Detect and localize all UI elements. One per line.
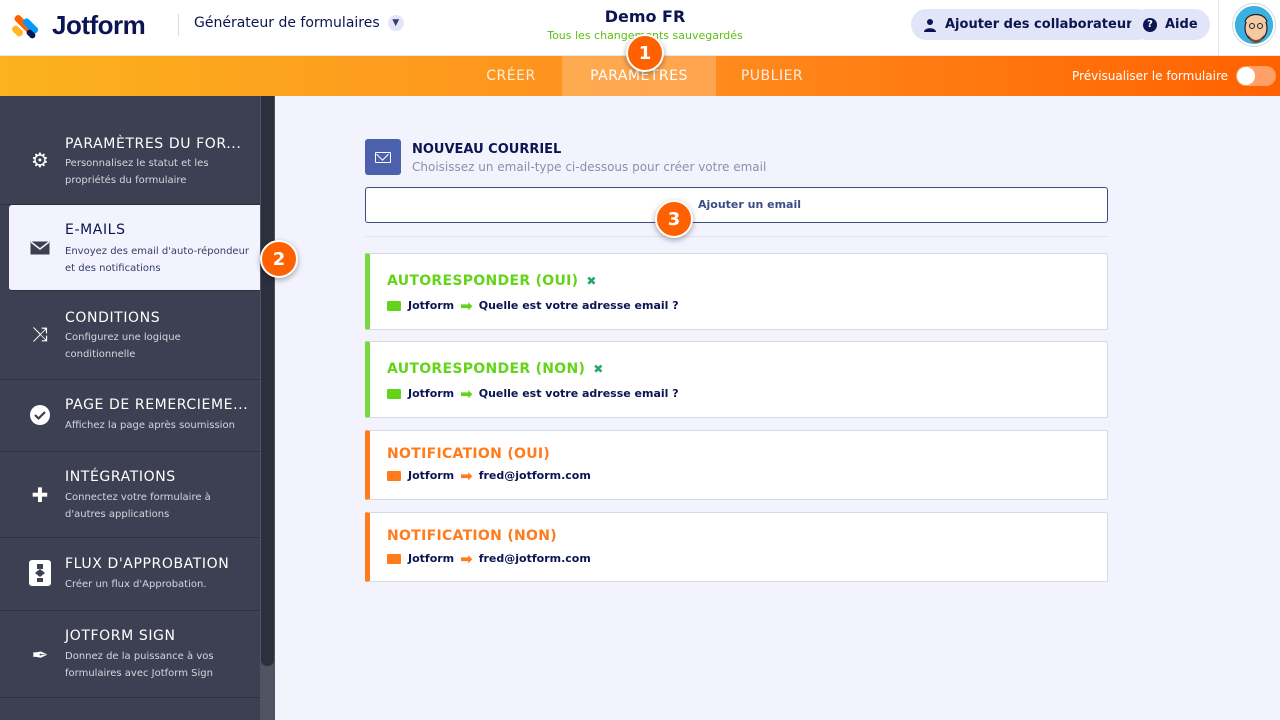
sidebar-item-desc: Envoyez des email d'auto-répondeur et de… <box>65 246 250 274</box>
logo-text: Jotform <box>52 10 146 40</box>
user-icon <box>924 18 936 32</box>
new-email-title: NOUVEAU COURRIEL <box>412 142 562 157</box>
check-circle-icon <box>28 403 52 427</box>
question-icon: ? <box>1143 17 1157 32</box>
email-card-autoresponder-yes[interactable]: AUTORESPONDER (OUI) ✖ Jotform ➡ Quelle es… <box>365 253 1108 330</box>
shuffle-icon: ✖ <box>586 274 597 288</box>
email-to: Quelle est votre adresse email ? <box>478 299 679 312</box>
sidebar-item-desc: Affichez la page après soumission <box>65 420 235 431</box>
tab-create-label: CRÉER <box>486 68 536 84</box>
sidebar-item-desc: Créer un flux d'Approbation. <box>65 579 207 590</box>
section-divider <box>365 236 1108 237</box>
email-card-autoresponder-no[interactable]: AUTORESPONDER (NON) ✖ Jotform ➡ Quelle es… <box>365 341 1108 418</box>
user-avatar[interactable] <box>1233 4 1275 46</box>
sidebar-item-title: JOTFORM SIGN <box>65 628 176 644</box>
email-to: fred@jotform.com <box>478 552 591 565</box>
help-label: Aide <box>1165 17 1198 32</box>
tab-publish-label: PUBLIER <box>740 68 804 84</box>
sidebar-item-title: PARAMÈTRES DU FOR... <box>65 136 242 152</box>
email-to: fred@jotform.com <box>478 469 591 482</box>
flow-icon <box>28 560 52 586</box>
email-card-title: AUTORESPONDER (OUI) ✖ <box>387 273 597 289</box>
email-card-notification-yes[interactable]: NOTIFICATION (OUI) Jotform ➡ fred@jotfor… <box>365 430 1108 500</box>
arrow-right-icon: ➡ <box>460 296 473 315</box>
envelope-icon <box>387 300 401 311</box>
email-card-route: Jotform ➡ Quelle est votre adresse email… <box>387 384 679 403</box>
sidebar-item-form-settings[interactable]: ⚙ PARAMÈTRES DU FOR... Personnalisez le … <box>0 120 260 205</box>
sidebar-item-approval-flow[interactable]: FLUX D'APPROBATION Créer un flux d'Appro… <box>0 538 260 611</box>
email-card-notification-no[interactable]: NOTIFICATION (NON) Jotform ➡ fred@jotfor… <box>365 512 1108 582</box>
sidebar-item-desc: Connectez votre formulaire à d'autres ap… <box>65 492 211 520</box>
shuffle-icon: ⤨ <box>32 322 48 346</box>
tab-publish[interactable]: PUBLIER <box>718 56 826 96</box>
email-card-route: Jotform ➡ fred@jotform.com <box>387 466 591 485</box>
sidebar-item-desc: Personnalisez le statut et les propriété… <box>65 158 209 186</box>
header-divider <box>178 14 179 36</box>
step-badge-1: 1 <box>626 34 664 72</box>
arrow-right-icon: ➡ <box>460 466 473 485</box>
sidebar-item-title: PAGE DE REMERCIEME... <box>65 397 249 413</box>
new-email-subtitle: Choisissez un email-type ci-dessous pour… <box>412 160 767 174</box>
jotform-logo-icon <box>10 13 40 40</box>
email-card-title: AUTORESPONDER (NON) ✖ <box>387 361 604 377</box>
sidebar-scrollbar-thumb[interactable] <box>261 96 274 666</box>
sidebar-item-title: FLUX D'APPROBATION <box>65 556 230 572</box>
email-from: Jotform <box>408 469 455 482</box>
sidebar-item-conditions[interactable]: ⤨ CONDITIONS Configurez une logique cond… <box>0 291 260 380</box>
email-card-route: Jotform ➡ fred@jotform.com <box>387 549 591 568</box>
sidebar-item-emails[interactable]: E-MAILS Envoyez des email d'auto-réponde… <box>9 205 260 291</box>
sidebar-item-title: E-MAILS <box>65 222 126 238</box>
builder-dropdown[interactable]: Générateur de formulaires ▼ <box>194 15 404 31</box>
sidebar-item-desc: Donnez de la puissance à vos formulaires… <box>65 651 214 679</box>
jotform-logo[interactable]: Jotform <box>10 10 146 41</box>
add-email-button[interactable]: Ajouter un email <box>365 187 1108 223</box>
preview-toggle[interactable] <box>1236 66 1276 86</box>
sidebar-item-thank-you[interactable]: PAGE DE REMERCIEME... Affichez la page a… <box>0 380 260 452</box>
arrow-right-icon: ➡ <box>460 549 473 568</box>
arrow-right-icon: ➡ <box>460 384 473 403</box>
chevron-down-icon: ▼ <box>387 15 404 31</box>
email-from: Jotform <box>408 387 455 400</box>
sidebar-item-title: CONDITIONS <box>65 310 161 326</box>
add-collaborators-button[interactable]: Ajouter des collaborateurs <box>911 9 1153 40</box>
envelope-icon <box>387 553 401 564</box>
add-collaborators-label: Ajouter des collaborateurs <box>945 17 1141 32</box>
new-email-icon <box>365 139 401 175</box>
header-divider-right <box>1218 0 1219 56</box>
sidebar-item-jotform-sign[interactable]: ✒ JOTFORM SIGN Donnez de la puissance à … <box>0 611 260 698</box>
sidebar-item-integrations[interactable]: ✚ INTÉGRATIONS Connectez votre formulair… <box>0 452 260 538</box>
sidebar-item-desc: Configurez une logique conditionnelle <box>65 332 181 360</box>
shuffle-icon: ✖ <box>593 362 604 376</box>
gear-icon: ⚙ <box>31 148 49 172</box>
avatar-illustration <box>1235 6 1273 44</box>
email-card-title: NOTIFICATION (NON) <box>387 528 557 544</box>
help-button[interactable]: ? Aide <box>1131 9 1210 40</box>
puzzle-icon: ✚ <box>31 483 49 507</box>
envelope-icon <box>28 236 52 260</box>
envelope-icon <box>387 388 401 399</box>
email-card-title: NOTIFICATION (OUI) <box>387 446 551 462</box>
step-badge-2: 2 <box>260 240 298 278</box>
email-from: Jotform <box>408 552 455 565</box>
email-card-route: Jotform ➡ Quelle est votre adresse email… <box>387 296 679 315</box>
email-from: Jotform <box>408 299 455 312</box>
sidebar-item-title: INTÉGRATIONS <box>65 469 176 485</box>
pen-icon: ✒ <box>31 643 49 667</box>
add-email-label: Ajouter un email <box>698 198 802 211</box>
email-to: Quelle est votre adresse email ? <box>478 387 679 400</box>
step-badge-3: 3 <box>655 200 693 238</box>
tab-create[interactable]: CRÉER <box>462 56 560 96</box>
envelope-icon <box>387 470 401 481</box>
builder-label: Générateur de formulaires <box>194 15 380 31</box>
preview-label: Prévisualiser le formulaire <box>1072 69 1228 83</box>
form-title[interactable]: Demo FR <box>540 7 750 26</box>
